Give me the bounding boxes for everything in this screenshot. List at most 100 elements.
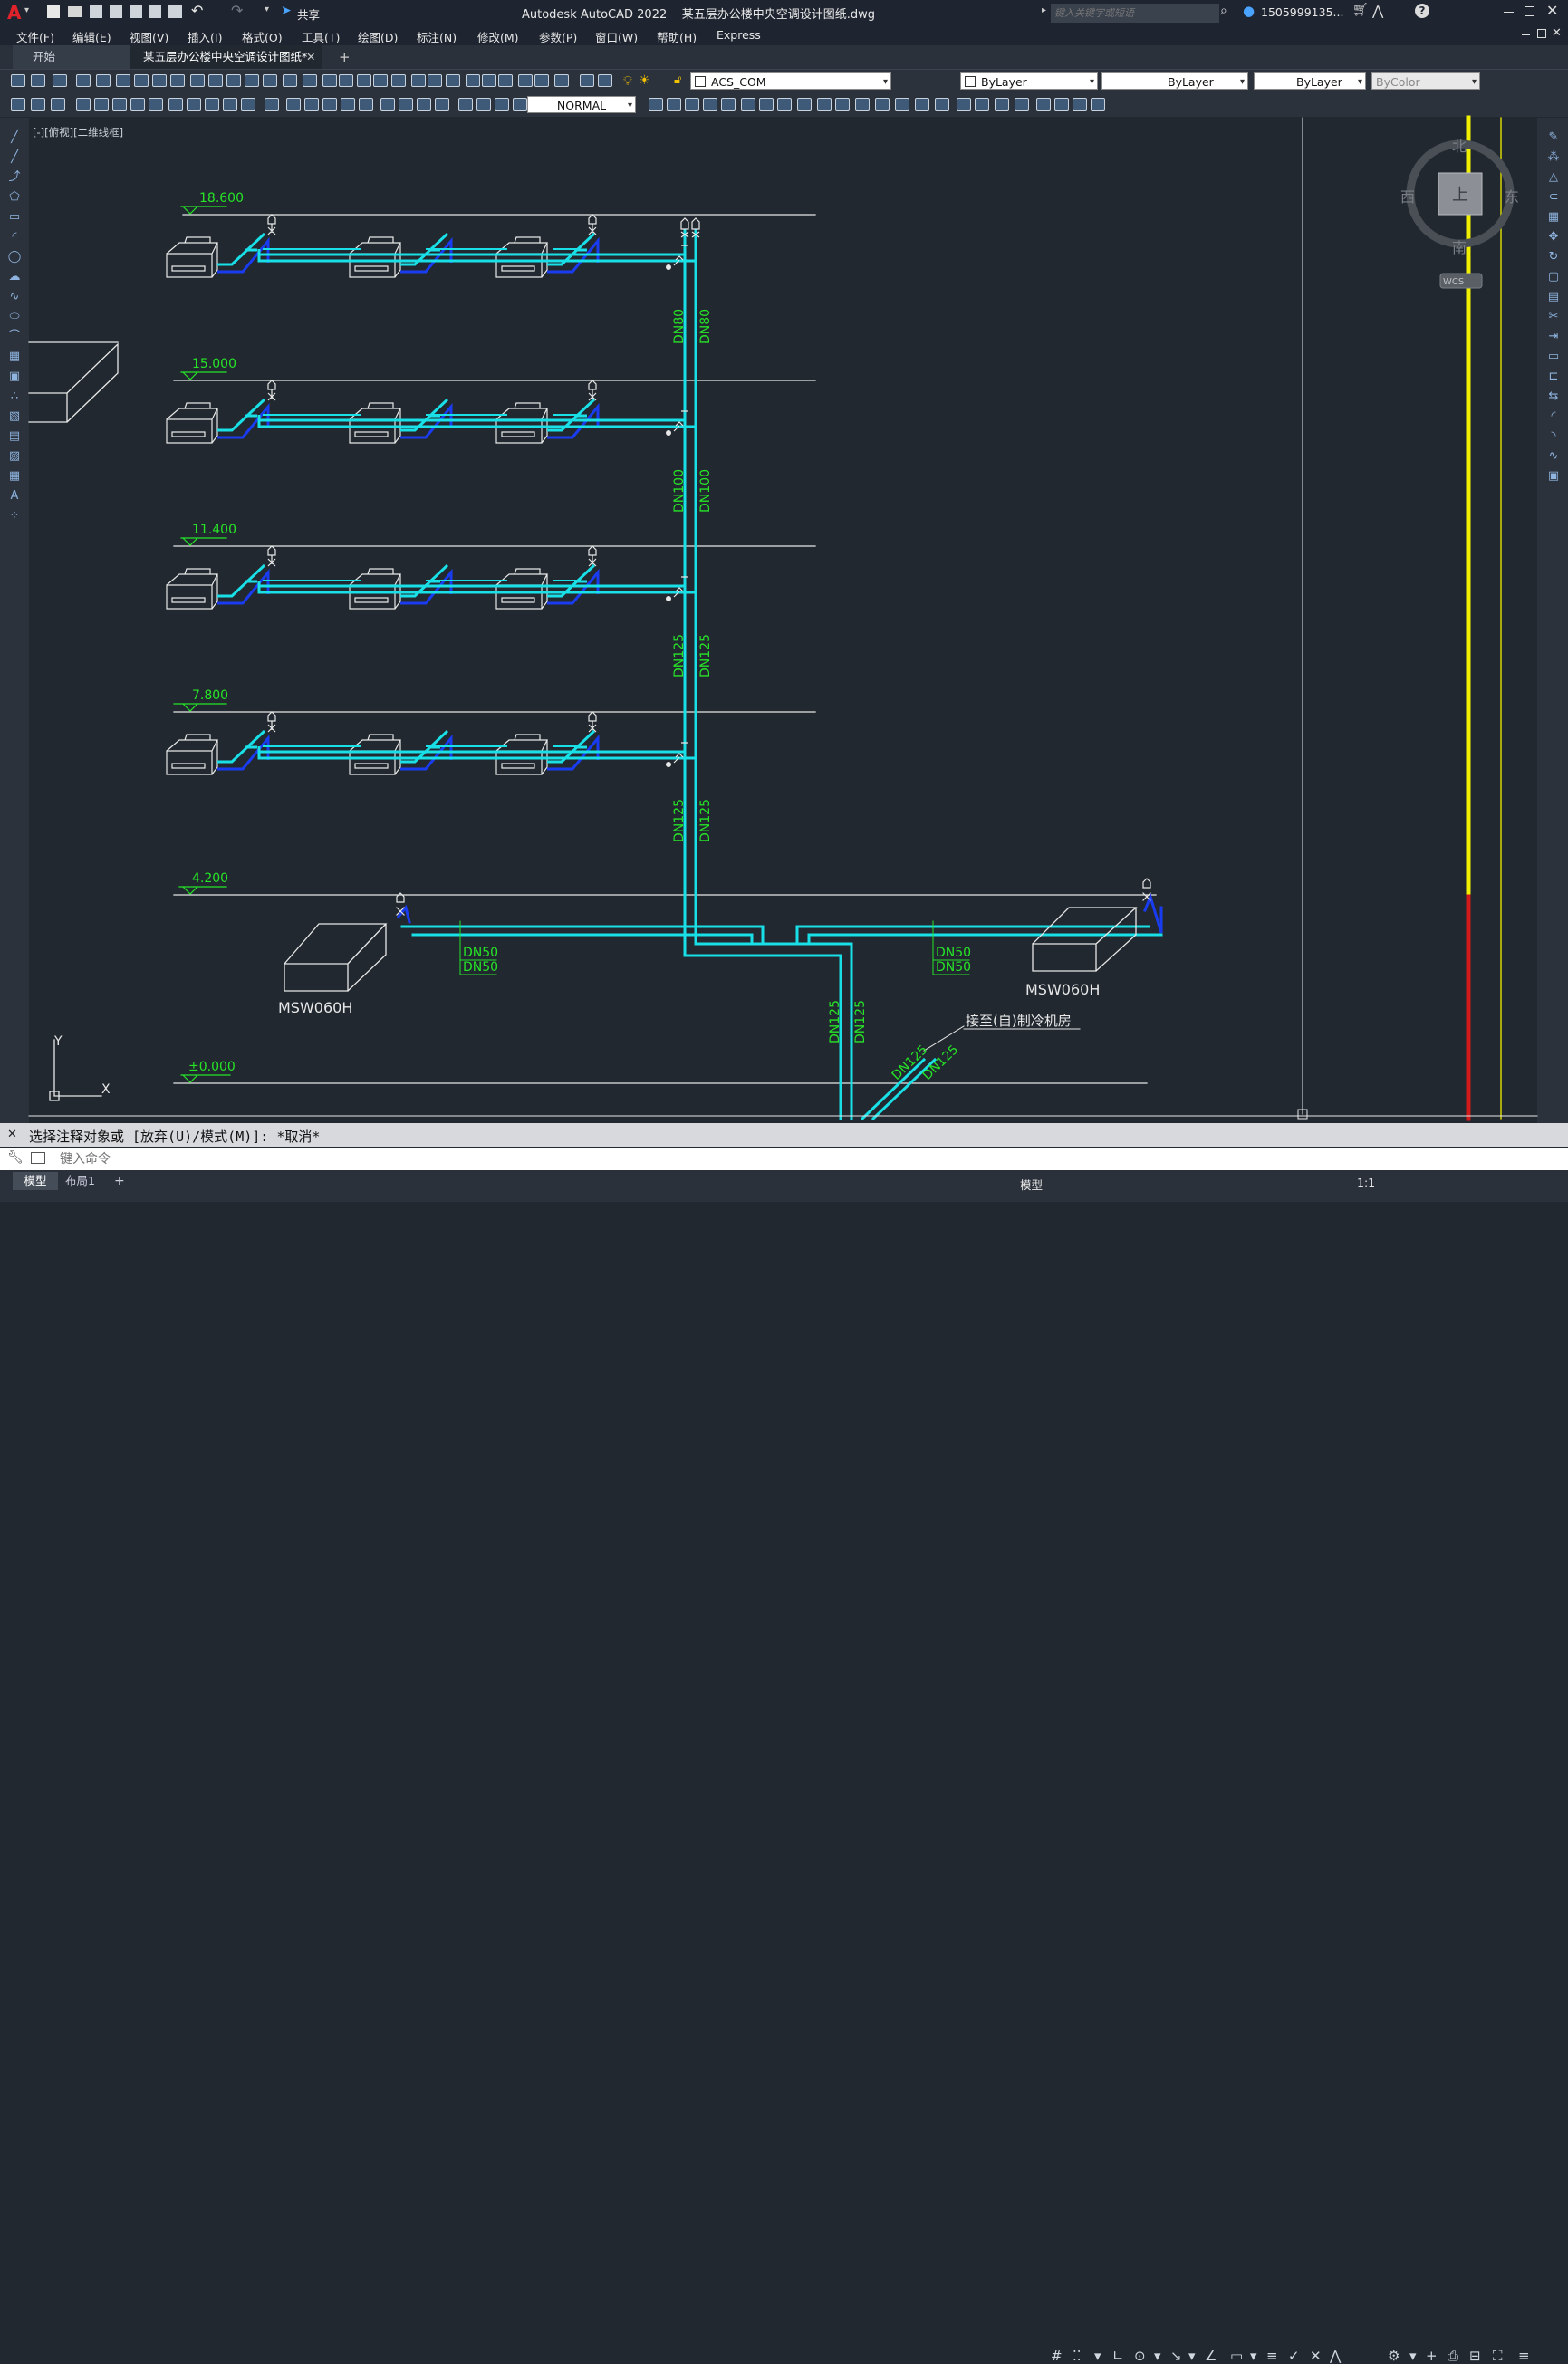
air-vent-valve <box>588 545 597 567</box>
fan-coil-unit <box>495 402 548 444</box>
fan-coil-unit <box>495 568 548 610</box>
viewcube-top-label[interactable]: 上 <box>1452 186 1468 205</box>
unit-label: MSW060H <box>1025 981 1100 998</box>
branch-label: DN50 <box>463 960 498 975</box>
status-toggle-icon[interactable]: ↘ <box>1170 2348 1182 2364</box>
unit-label: MSW060H <box>278 999 352 1016</box>
fan-coil-unit <box>349 734 401 775</box>
status-toggle-icon[interactable]: ⋀ <box>1330 2348 1341 2364</box>
drawing-svg[interactable]: 18.600 15.000 11.400 7.800 4.200 ±0.000 … <box>0 0 1568 1123</box>
command-history: ✕ 选择注释对象或 [放弃(U)/模式(M)]: *取消* <box>0 1123 1568 1147</box>
status-toggle-icon[interactable]: ▾ <box>1094 2348 1101 2364</box>
coil-connection <box>400 734 453 771</box>
customize-icon[interactable]: 🔧︎ <box>7 1150 24 1165</box>
coil-connection <box>217 568 270 605</box>
level-label: 15.000 <box>192 357 236 371</box>
status-toggle-icon[interactable]: ∟ <box>1112 2348 1124 2364</box>
air-vent-valve <box>691 217 700 238</box>
pipe-node <box>666 762 671 767</box>
status-toggle-icon[interactable]: ▾ <box>1154 2348 1161 2364</box>
viewcube-east-label[interactable]: 东 <box>1505 188 1519 206</box>
model-space-button[interactable]: 模型 <box>1020 1176 1043 1193</box>
air-vent-valve <box>267 711 276 733</box>
status-toggle-icon[interactable]: ▾ <box>1409 2348 1417 2364</box>
ahu-box <box>284 923 388 992</box>
coil-connection <box>400 568 453 605</box>
status-toggle-icon[interactable]: # <box>1051 2348 1063 2364</box>
ucs-icon <box>49 1039 102 1101</box>
pipe-node <box>666 596 671 601</box>
viewcube-south-label[interactable]: 南 <box>1452 239 1467 256</box>
chiller-note: 接至(自)制冷机房 <box>966 1013 1072 1029</box>
riser-label: DN80 <box>672 309 687 344</box>
status-toggle-icon[interactable]: ⊙ <box>1134 2348 1146 2364</box>
viewcube-north-label[interactable]: 北 <box>1452 138 1467 155</box>
coil-connection <box>547 402 600 439</box>
status-toggle-icon[interactable]: ▾ <box>1250 2348 1257 2364</box>
coil-connection <box>217 563 266 598</box>
fan-coil-unit <box>166 402 218 444</box>
status-toggle-icon[interactable]: ≡ <box>1266 2348 1278 2364</box>
status-toggle-icon[interactable]: + <box>1426 2348 1438 2364</box>
fan-coil-unit <box>166 568 218 610</box>
duct-box <box>28 341 119 423</box>
status-toggle-icon[interactable]: ⊟ <box>1469 2348 1481 2364</box>
level-label: 4.200 <box>192 871 228 886</box>
recent-commands-icon[interactable] <box>31 1152 45 1164</box>
command-input[interactable] <box>58 1149 1511 1169</box>
status-bar: 模型 布局1 + 模型 # ⁚⁚ ▾ ∟ ⊙ ▾ ↘ ▾ ∠ ▭ ▾ ≡ ✓ ✕ ⋀ ⚙ ▾ + ⎙ ⊟ ⛶ ≡ 1:1 <box>0 1170 1568 2364</box>
fan-coil-unit <box>166 236 218 278</box>
level-label: 7.800 <box>192 688 228 703</box>
riser-label: DN125 <box>698 799 713 842</box>
level-marker <box>178 886 227 895</box>
air-vent-valve <box>588 380 597 401</box>
fan-coil-unit <box>349 402 401 444</box>
level-marker <box>180 537 227 546</box>
riser-label: DN125 <box>672 634 687 677</box>
ahu-box <box>1032 907 1138 972</box>
coil-connection <box>400 236 453 274</box>
coil-connection <box>547 236 600 274</box>
coil-connection <box>217 402 270 439</box>
status-toggle-icon[interactable]: ⛶ <box>1493 2348 1503 2364</box>
branch-return-left <box>411 933 754 944</box>
air-vent-valve <box>588 214 597 235</box>
air-vent-valve <box>680 217 689 238</box>
level-marker <box>180 1074 231 1083</box>
coil-connection <box>400 402 453 439</box>
ucs-y-label: Y <box>53 1034 63 1049</box>
status-toggle-icon[interactable]: ✕ <box>1310 2348 1322 2364</box>
status-toggle-icon[interactable]: ⎙ <box>1448 2348 1458 2364</box>
level-label: 18.600 <box>199 191 244 206</box>
air-vent-valve <box>267 214 276 235</box>
fan-coil-unit <box>495 236 548 278</box>
status-toggle-icon[interactable]: ⁚⁚ <box>1073 2348 1082 2364</box>
add-layout-button[interactable]: + <box>114 1172 125 1190</box>
annotation-scale[interactable]: 1:1 <box>1357 1176 1375 1189</box>
status-toggle-icon[interactable]: ✓ <box>1288 2348 1300 2364</box>
status-toggle-icon[interactable]: ≡ <box>1518 2348 1530 2364</box>
viewcube-wcs-label[interactable]: WCS <box>1443 277 1464 287</box>
layout-tab-1[interactable]: 布局1 <box>65 1172 95 1190</box>
coil-connection <box>217 232 266 266</box>
main-supply <box>683 954 842 1120</box>
riser-label: DN80 <box>698 309 713 344</box>
fan-coil-unit <box>349 236 401 278</box>
viewcube-west-label[interactable]: 西 <box>1400 188 1415 206</box>
status-toggle-icon[interactable]: ▾ <box>1188 2348 1196 2364</box>
level-label: 11.400 <box>192 523 236 537</box>
layout-tab-model[interactable]: 模型 <box>13 1172 58 1190</box>
branch-label: DN50 <box>936 960 971 975</box>
branch-return-right <box>807 933 1163 944</box>
close-command-icon[interactable]: ✕ <box>7 1128 17 1141</box>
main-label: DN125 <box>853 1000 868 1043</box>
air-vent-valve <box>267 545 276 567</box>
status-toggle-icon[interactable]: ▭ <box>1230 2348 1243 2364</box>
status-toggle-icon[interactable]: ⚙ <box>1388 2348 1400 2364</box>
leader-line <box>923 1025 965 1052</box>
status-toggle-icon[interactable]: ∠ <box>1205 2348 1217 2364</box>
riser-label: DN100 <box>698 469 713 513</box>
riser-label: DN100 <box>672 469 687 513</box>
pipe-node <box>666 430 671 436</box>
ucs-x-label: X <box>101 1082 111 1097</box>
